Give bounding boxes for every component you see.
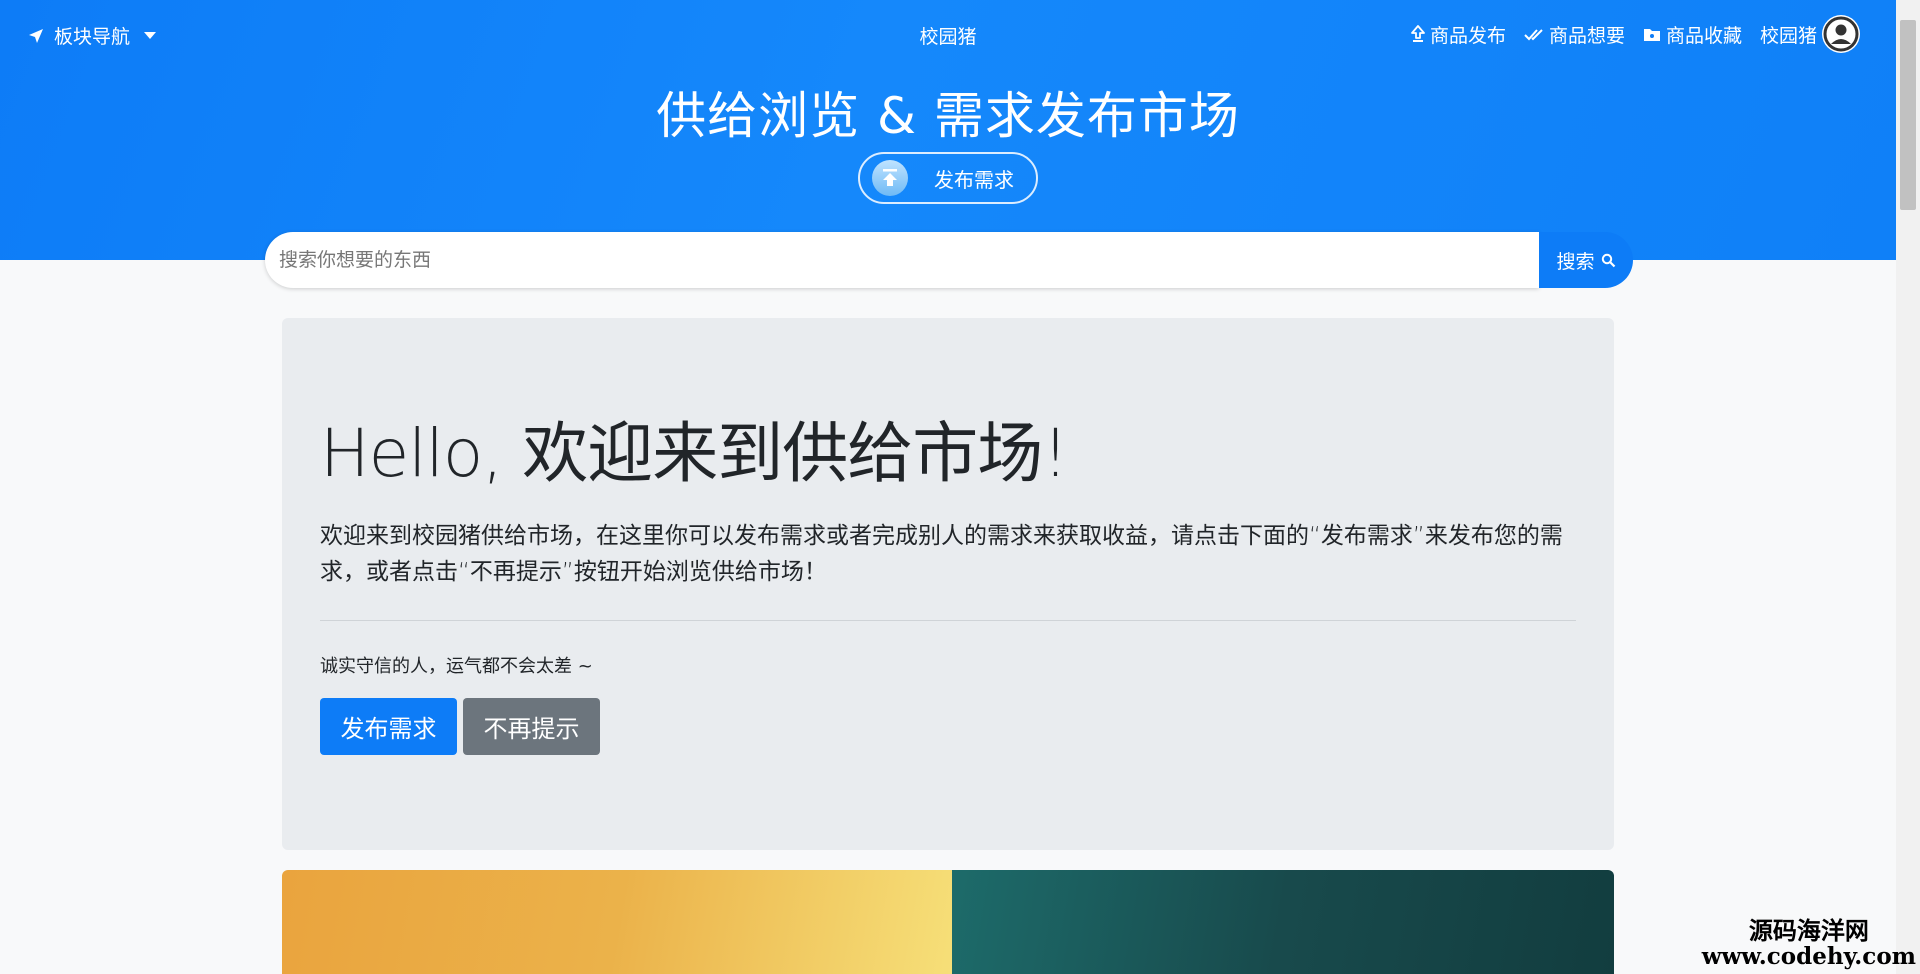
header-banner: 板块导航 校园猪 商品发布 商品想要 商品收藏 校园猪 供给浏览 & 需求发布市… [0, 0, 1896, 260]
nav-item-label: 商品想要 [1548, 24, 1625, 47]
user-menu[interactable]: 校园猪 [1760, 15, 1860, 53]
search-bar: 搜索 [265, 232, 1633, 288]
dismiss-button[interactable]: 不再提示 [463, 698, 600, 755]
banner-image-left [282, 870, 952, 974]
search-button[interactable]: 搜索 [1539, 232, 1633, 288]
welcome-jumbotron: Hello, 欢迎来到供给市场! 欢迎来到校园猪供给市场，在这里你可以发布需求或… [282, 318, 1614, 850]
double-check-icon [1524, 29, 1543, 41]
page-scrollbar[interactable] [1896, 0, 1920, 974]
nav-item-label: 商品收藏 [1665, 24, 1742, 47]
publish-demand-button[interactable]: 发布需求 [320, 698, 457, 755]
scrollbar-thumb[interactable] [1900, 20, 1916, 210]
upload-icon [1411, 25, 1425, 42]
username: 校园猪 [1759, 24, 1817, 47]
jumbotron-lead: 欢迎来到校园猪供给市场，在这里你可以发布需求或者完成别人的需求来获取收益，请点击… [320, 523, 1563, 585]
top-navbar: 板块导航 校园猪 商品发布 商品想要 商品收藏 校园猪 [0, 0, 1896, 70]
hero-title: 供给浏览 & 需求发布市场 [656, 87, 1240, 145]
watermark-line2: www.codehy.com [1701, 943, 1916, 970]
brand-link[interactable]: 校园猪 [919, 26, 976, 48]
nav-right: 商品发布 商品想要 商品收藏 校园猪 [1411, 15, 1860, 53]
watermark-line1: 源码海洋网 [1748, 916, 1869, 945]
publish-demand-pill-button[interactable]: 发布需求 [858, 152, 1038, 204]
banner-image-right [952, 870, 1614, 974]
nav-item-wanted-goods[interactable]: 商品想要 [1524, 21, 1625, 48]
jumbotron-buttons: 发布需求 不再提示 [320, 698, 600, 755]
search-button-label: 搜索 [1556, 250, 1595, 273]
upload-circle-icon [872, 160, 908, 196]
search-input[interactable] [265, 232, 1539, 288]
jumbotron-note: 诚实守信的人，运气都不会太差 ~ [320, 656, 593, 677]
folder-icon [1643, 28, 1660, 41]
user-circle-icon [1823, 16, 1859, 52]
nav-item-favorite-goods[interactable]: 商品收藏 [1643, 21, 1742, 48]
nav-item-publish-goods[interactable]: 商品发布 [1411, 21, 1506, 48]
publish-demand-label: 发布需求 [934, 167, 1014, 192]
watermark: 源码海洋网 www.codehy.com [1702, 918, 1916, 970]
nav-item-label: 商品发布 [1429, 24, 1506, 47]
avatar [1822, 15, 1860, 53]
divider [320, 620, 1576, 621]
carousel-banner[interactable] [282, 870, 1614, 974]
search-icon [1601, 253, 1615, 267]
jumbotron-title: Hello, 欢迎来到供给市场! [320, 415, 1069, 492]
